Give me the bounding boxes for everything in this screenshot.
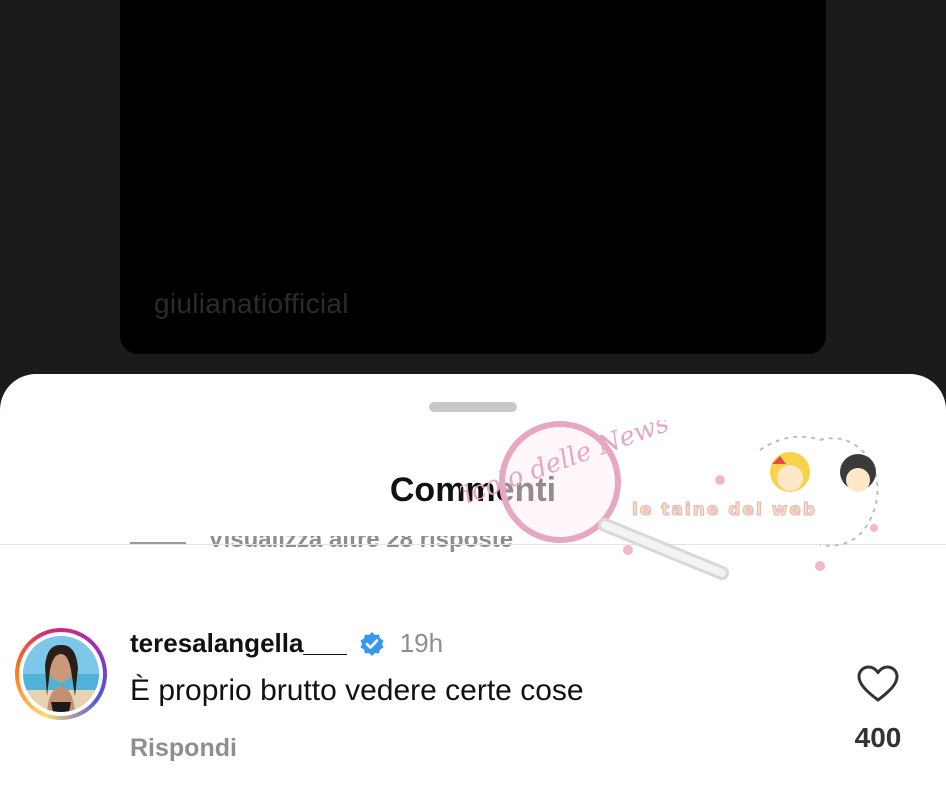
avatar-photo: [23, 636, 99, 712]
video-watermark: giulianatiofficial: [154, 288, 349, 319]
comment-item: teresalangella___ 19h È proprio brutto v…: [0, 624, 946, 774]
avatar-story-ring[interactable]: [15, 628, 107, 720]
video-preview[interactable]: giulianatiofficial: [120, 0, 826, 354]
header-divider: [0, 544, 946, 545]
comment-text: È proprio brutto vedere certe cose: [130, 674, 584, 707]
comment-header: teresalangella___ 19h: [130, 628, 443, 662]
view-more-replies-label: Visualizza altre 28 risposte: [208, 536, 514, 553]
comment-time: 19h: [399, 628, 444, 658]
drag-handle[interactable]: [429, 402, 517, 412]
heart-icon[interactable]: [856, 664, 900, 704]
comment-username[interactable]: teresalangella___: [130, 628, 347, 658]
verified-badge-icon: [360, 631, 384, 656]
reply-button[interactable]: Rispondi: [130, 734, 237, 763]
comments-sheet: Visualizza altre 28 risposte Commenti te…: [0, 374, 946, 794]
avatar: [23, 636, 99, 712]
sheet-title: Commenti: [389, 471, 557, 509]
like-count: 400: [854, 722, 902, 753]
view-more-replies[interactable]: Visualizza altre 28 risposte: [130, 536, 730, 558]
